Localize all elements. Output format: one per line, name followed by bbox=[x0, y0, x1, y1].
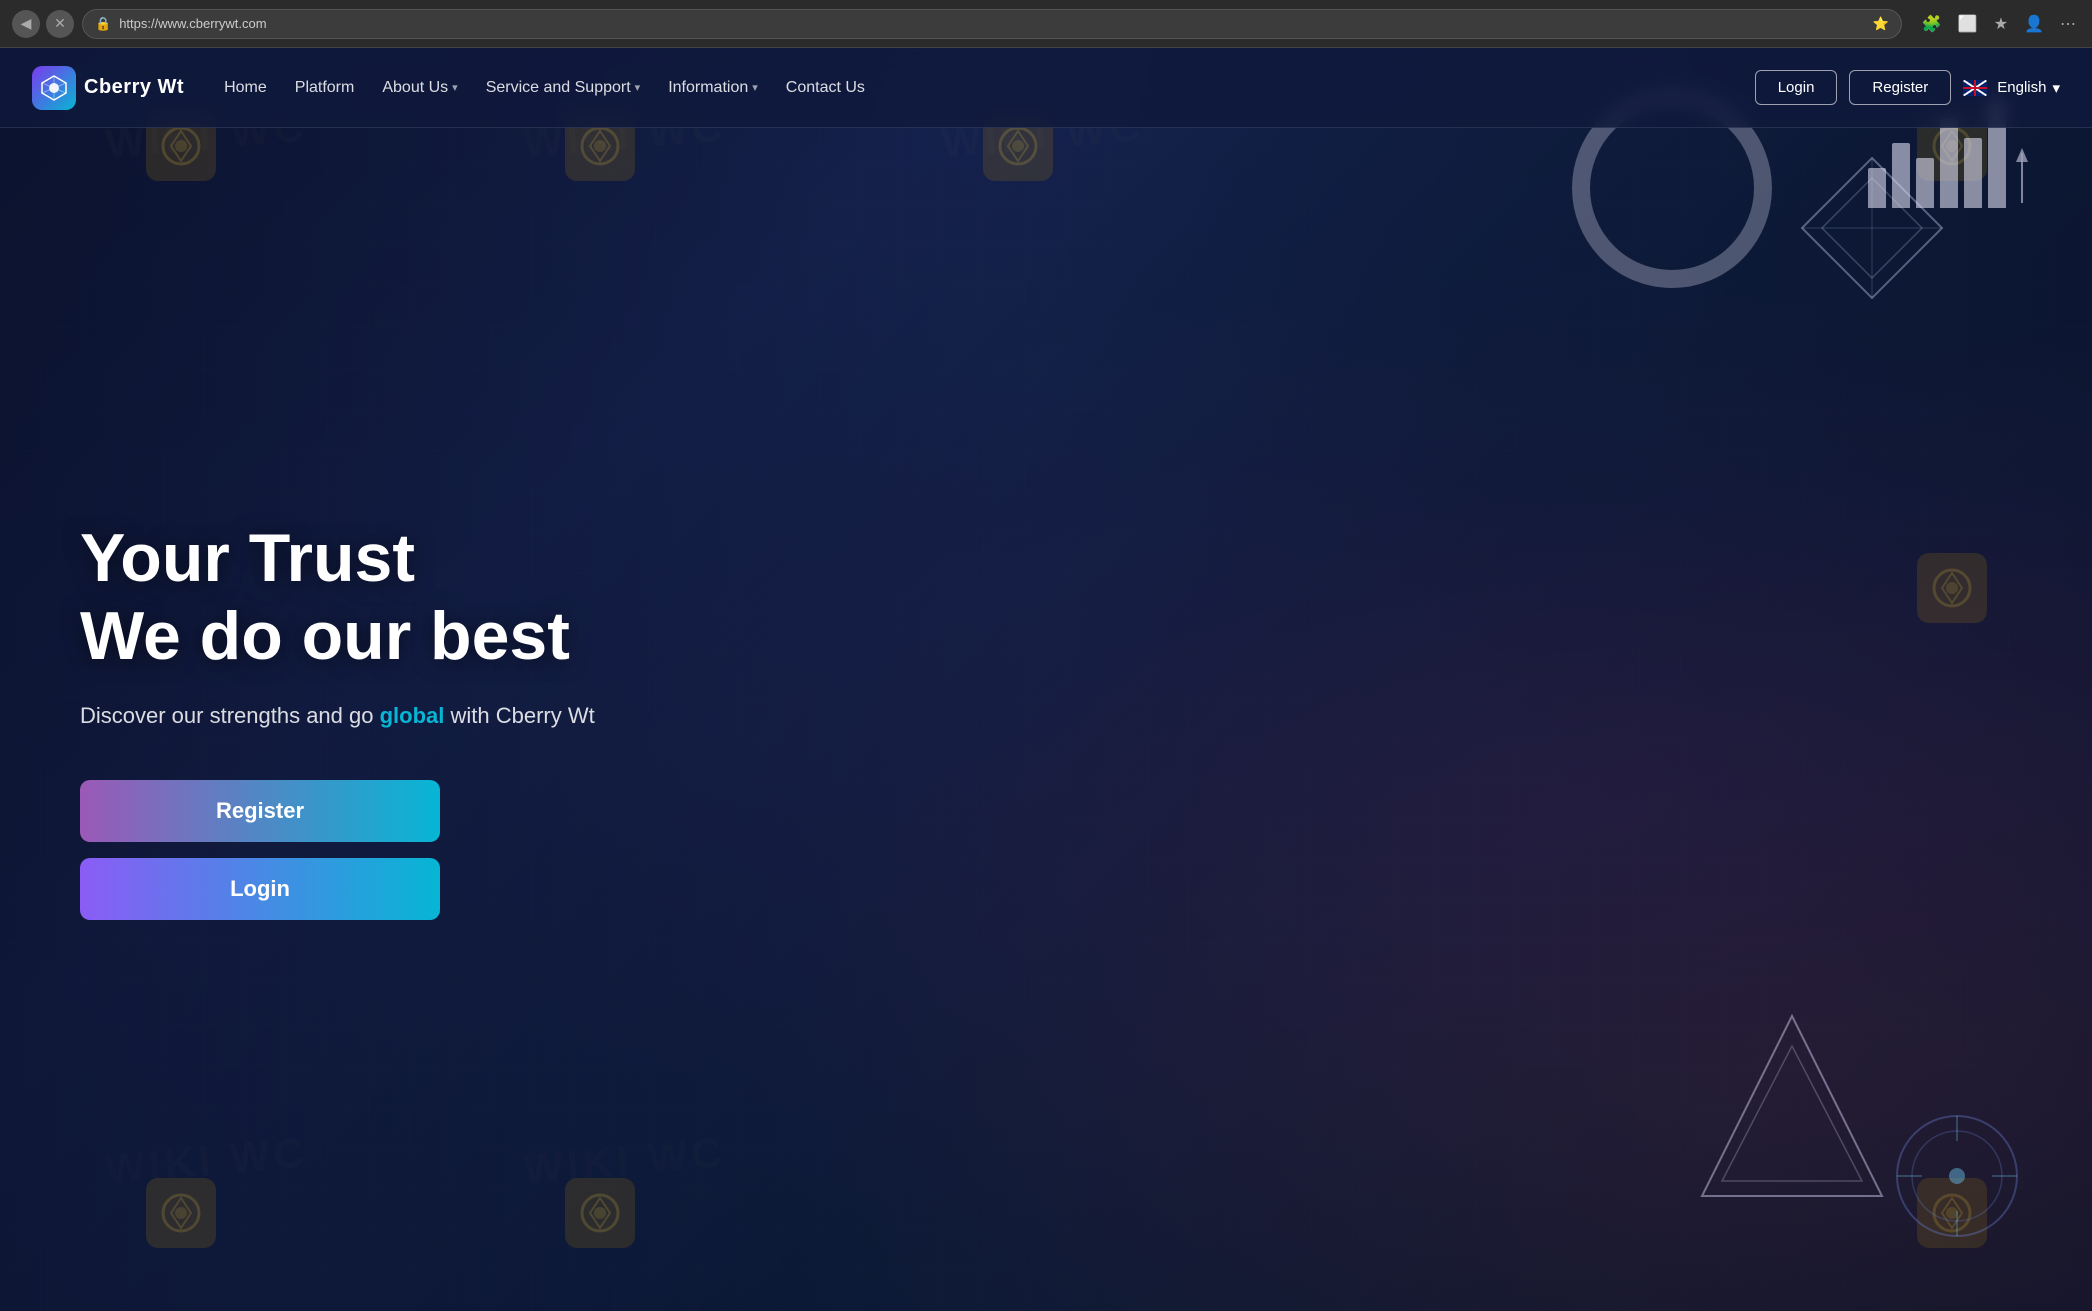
address-bar[interactable]: 🔒 https://www.cberrywt.com ⭐ bbox=[82, 9, 1902, 39]
settings-icon[interactable]: ⋯ bbox=[2056, 10, 2080, 38]
register-button[interactable]: Register bbox=[1849, 70, 1951, 105]
hero-subtitle: Discover our strengths and go global wit… bbox=[80, 699, 595, 732]
nav-home[interactable]: Home bbox=[224, 79, 267, 97]
hero-login-button[interactable]: Login bbox=[80, 858, 440, 920]
brand-name: Cberry Wt bbox=[84, 76, 184, 99]
navbar-actions: Login Register English ▾ bbox=[1755, 70, 2060, 105]
nav-contact[interactable]: Contact Us bbox=[786, 79, 865, 97]
profile-icon[interactable]: 👤 bbox=[2020, 10, 2048, 38]
hero-content: Your Trust We do our best Discover our s… bbox=[80, 519, 595, 920]
hero-register-button[interactable]: Register bbox=[80, 780, 440, 842]
website: WIKI WC WIKI WC WIKI WC WIKI WC WIKI WC bbox=[0, 48, 2092, 1311]
flag-icon bbox=[1963, 80, 1987, 96]
tabs-icon[interactable]: ⬜ bbox=[1954, 10, 1982, 38]
browser-toolbar: 🧩 ⬜ ★ 👤 ⋯ bbox=[1918, 10, 2080, 38]
hero-title: Your Trust We do our best bbox=[80, 519, 595, 675]
extensions-icon[interactable]: 🧩 bbox=[1918, 10, 1946, 38]
login-button[interactable]: Login bbox=[1755, 70, 1838, 105]
brand[interactable]: Cberry Wt bbox=[32, 66, 184, 110]
about-dropdown-icon: ▾ bbox=[452, 81, 458, 94]
service-dropdown-icon: ▾ bbox=[635, 81, 641, 94]
favorites-icon[interactable]: ★ bbox=[1990, 10, 2012, 38]
brand-logo bbox=[32, 66, 76, 110]
nav-information[interactable]: Information ▾ bbox=[668, 79, 758, 97]
back-button[interactable]: ◀ bbox=[12, 10, 40, 38]
navbar: Cberry Wt Home Platform About Us ▾ Servi… bbox=[0, 48, 2092, 128]
browser-chrome: ◀ ✕ 🔒 https://www.cberrywt.com ⭐ 🧩 ⬜ ★ 👤… bbox=[0, 0, 2092, 48]
close-button[interactable]: ✕ bbox=[46, 10, 74, 38]
language-selector[interactable]: English ▾ bbox=[1963, 79, 2060, 97]
nav-service[interactable]: Service and Support ▾ bbox=[486, 79, 641, 97]
information-dropdown-icon: ▾ bbox=[752, 81, 758, 94]
language-chevron: ▾ bbox=[2052, 79, 2060, 97]
nav-links: Home Platform About Us ▾ Service and Sup… bbox=[224, 79, 865, 97]
hero-section: Your Trust We do our best Discover our s… bbox=[0, 128, 2092, 1311]
url-text: https://www.cberrywt.com bbox=[119, 16, 1865, 31]
language-label: English bbox=[1997, 79, 2046, 96]
nav-about[interactable]: About Us ▾ bbox=[382, 79, 457, 97]
hero-buttons: Register Login bbox=[80, 780, 440, 920]
nav-platform[interactable]: Platform bbox=[295, 79, 355, 97]
browser-controls: ◀ ✕ bbox=[12, 10, 74, 38]
